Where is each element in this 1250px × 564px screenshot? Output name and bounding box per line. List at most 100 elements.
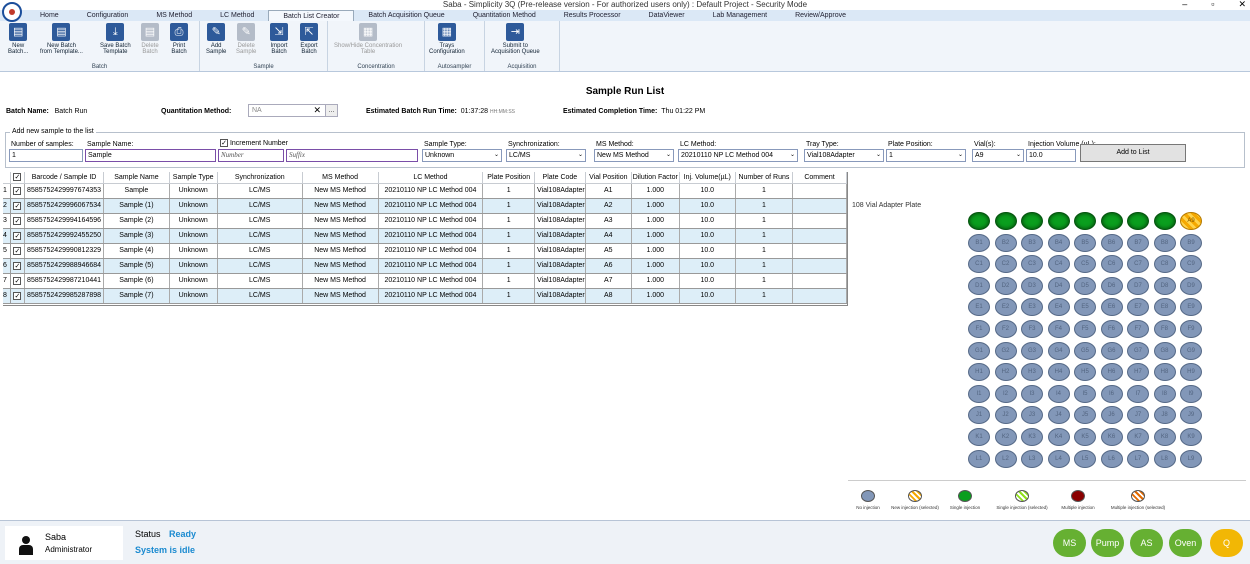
cell-plate-position[interactable]: 1 [482,288,535,304]
cell-lc-method[interactable]: 20210110 NP LC Method 004 [378,228,484,244]
submit-to-acquisition-queue-button[interactable]: ⇥ Submit to Acquisition Queue [491,23,540,55]
plate-position-select[interactable]: 1 ⌄ [886,149,966,162]
vial-j9[interactable]: J9 [1180,406,1202,425]
vial-i1[interactable]: I1 [968,384,990,403]
show-hide-concentration-table-button[interactable]: ▦ Show/Hide Concentration Table [334,23,402,55]
vial-c7[interactable]: C7 [1127,255,1149,274]
vial-k4[interactable]: K4 [1047,428,1070,446]
vial-f2[interactable]: F2 [994,320,1017,338]
vials-select[interactable]: A9 ⌄ [972,149,1024,162]
row-checkbox[interactable]: ✓ [10,198,25,214]
cell-synchronization[interactable]: LC/MS [217,228,303,244]
module-pump-button[interactable]: Pump [1091,529,1124,557]
vial-a7[interactable] [1127,212,1149,230]
vial-k5[interactable]: K5 [1074,428,1096,446]
cell-sample-name[interactable]: Sample (6) [103,273,170,289]
cell-plate-code[interactable]: Vial108Adapter [534,288,586,304]
cell-inj-volume-l[interactable]: 10.0 [679,243,736,259]
import-batch-button[interactable]: ⇲ Import Batch [270,23,288,55]
vial-h9[interactable]: H9 [1180,363,1202,382]
row-checkbox[interactable]: ✓ [10,228,25,244]
vial-c9[interactable]: C9 [1180,255,1202,274]
vial-l2[interactable]: L2 [994,449,1017,468]
vial-g7[interactable]: G7 [1127,341,1149,360]
vial-l4[interactable]: L4 [1047,449,1070,468]
cell-plate-code[interactable]: Vial108Adapter [534,213,586,229]
vial-a9[interactable]: A9 [1180,212,1202,230]
cell-sample-type[interactable]: Unknown [169,213,218,229]
cell-comment[interactable] [792,198,848,214]
cell-inj-volume-l[interactable]: 10.0 [679,228,736,244]
column-header-synchronization[interactable]: Synchronization [217,172,303,184]
injection-volume-input[interactable]: 10.0 [1026,149,1076,162]
export-batch-button[interactable]: ⇱ Export Batch [300,23,318,55]
module-oven-button[interactable]: Oven [1169,529,1202,557]
vial-h3[interactable]: H3 [1021,363,1043,382]
cell-comment[interactable] [792,183,848,199]
quant-method-input[interactable]: NA ✕... [248,104,338,117]
cell-barcode-sample-id[interactable]: 8585752429994164596 [24,213,105,229]
vial-a3[interactable] [1021,212,1043,230]
increment-checkbox[interactable]: ✓ Increment Number [220,139,288,147]
cell-inj-volume-l[interactable]: 10.0 [679,198,736,214]
vial-j5[interactable]: J5 [1074,406,1096,425]
vial-h1[interactable]: H1 [968,363,990,382]
vial-i9[interactable]: I9 [1180,384,1202,403]
cell-inj-volume-l[interactable]: 10.0 [679,258,736,274]
vial-a5[interactable] [1074,212,1096,230]
vial-f7[interactable]: F7 [1127,320,1149,338]
cell-number-of-runs[interactable]: 1 [735,288,793,304]
vial-l7[interactable]: L7 [1127,449,1149,468]
cell-dilution-factor[interactable]: 1.000 [631,243,680,259]
vial-k8[interactable]: K8 [1153,428,1176,446]
cell-sample-name[interactable]: Sample (7) [103,288,170,304]
vial-j3[interactable]: J3 [1021,406,1043,425]
table-row[interactable]: 2 ✓ 8585752429996067534 Sample (1) Unknown LC… [3,198,848,214]
vial-b6[interactable]: B6 [1100,233,1123,252]
cell-comment[interactable] [792,243,848,259]
cell-ms-method[interactable]: New MS Method [302,228,379,244]
sample-type-select[interactable]: Unknown ⌄ [422,149,502,162]
module-ms-button[interactable]: MS [1053,529,1086,557]
vial-d8[interactable]: D8 [1153,276,1176,295]
cell-plate-code[interactable]: Vial108Adapter [534,258,586,274]
vial-d3[interactable]: D3 [1021,276,1043,295]
column-header-sample-name[interactable]: Sample Name [103,172,170,184]
cell-plate-position[interactable]: 1 [482,213,535,229]
cell-comment[interactable] [792,258,848,274]
cell-barcode-sample-id[interactable]: 8585752429990812329 [24,243,105,259]
row-checkbox[interactable]: ✓ [10,183,25,199]
vial-g5[interactable]: G5 [1074,341,1096,360]
vial-d6[interactable]: D6 [1100,276,1123,295]
tab-results-processor[interactable]: Results Processor [550,10,635,21]
vial-d1[interactable]: D1 [968,276,990,295]
column-header-comment[interactable]: Comment [792,172,848,184]
cell-number-of-runs[interactable]: 1 [735,273,793,289]
module-q-button[interactable]: Q [1210,529,1243,557]
cell-synchronization[interactable]: LC/MS [217,213,303,229]
delete-sample-button[interactable]: ✎ Delete Sample [236,23,256,55]
num-samples-input[interactable]: 1 [9,149,83,162]
vial-c2[interactable]: C2 [994,255,1017,274]
cell-vial-position[interactable]: A5 [585,243,632,259]
sample-name-input[interactable]: Sample [85,149,216,162]
tab-lc-method[interactable]: LC Method [206,10,268,21]
vial-e5[interactable]: E5 [1074,298,1096,317]
tab-home[interactable]: Home [26,10,73,21]
add-to-list-button[interactable]: Add to List [1080,144,1186,162]
tab-dataviewer[interactable]: DataViewer [635,10,699,21]
cell-dilution-factor[interactable]: 1.000 [631,228,680,244]
vial-c3[interactable]: C3 [1021,255,1043,274]
cell-ms-method[interactable]: New MS Method [302,213,379,229]
vial-g1[interactable]: G1 [968,341,990,360]
cell-sample-type[interactable]: Unknown [169,198,218,214]
vial-k3[interactable]: K3 [1021,428,1043,446]
cell-lc-method[interactable]: 20210110 NP LC Method 004 [378,273,484,289]
cell-dilution-factor[interactable]: 1.000 [631,288,680,304]
new-batch-from-template-button[interactable]: ▤ New Batch from Template... [40,23,83,55]
cell-ms-method[interactable]: New MS Method [302,258,379,274]
cell-vial-position[interactable]: A3 [585,213,632,229]
table-row[interactable]: 8 ✓ 8585752429985287898 Sample (7) Unknown LC… [3,288,848,304]
vial-a1[interactable] [968,212,990,230]
vial-k7[interactable]: K7 [1127,428,1149,446]
